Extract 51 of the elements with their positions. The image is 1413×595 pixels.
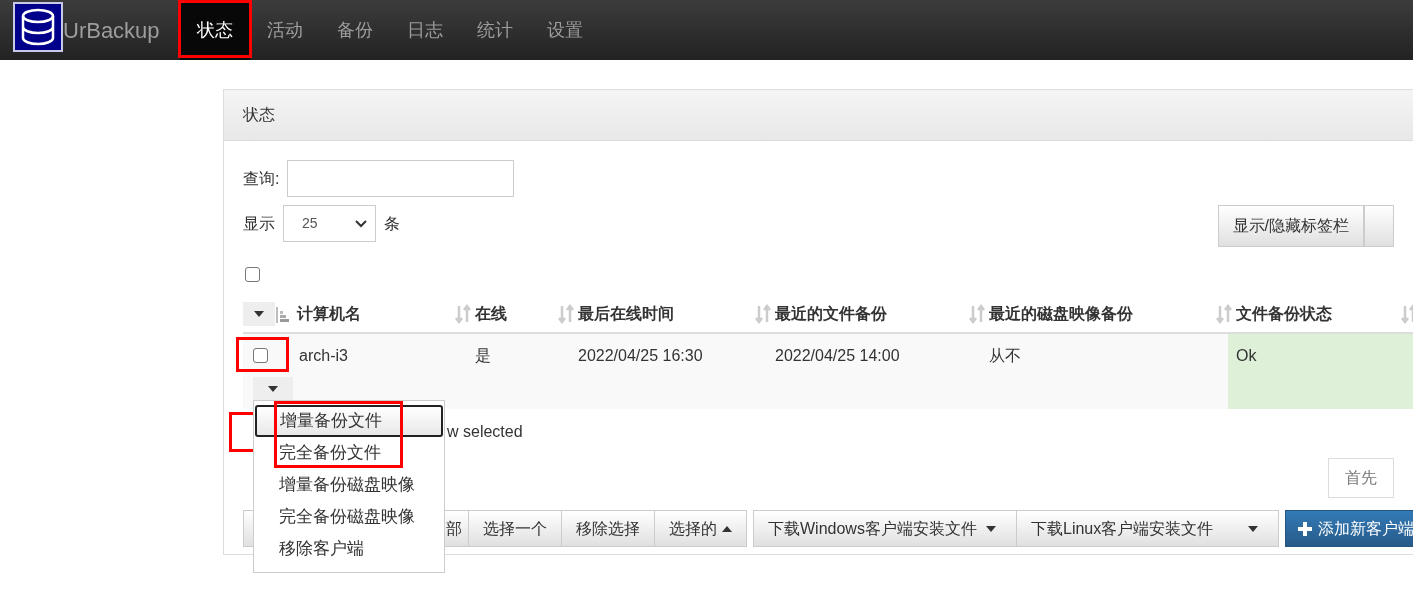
download-button[interactable]: 下载Linux客户端安装文件	[1017, 510, 1279, 547]
nav-tab[interactable]: 活动	[249, 0, 320, 60]
nav-tab[interactable]: 统计	[459, 0, 530, 60]
table-cell: 2022/04/25 14:00	[775, 347, 900, 364]
table-cell: 是	[475, 347, 491, 364]
length-label: 显示	[243, 213, 275, 234]
caret-icon	[1248, 525, 1258, 532]
page-size-select[interactable]: 25	[283, 205, 376, 242]
menu-item[interactable]: 移除客户端	[254, 533, 444, 565]
column-header[interactable]: 最近的磁盘映像备份	[989, 301, 1133, 326]
caret-icon	[722, 525, 732, 532]
search-field[interactable]	[287, 160, 515, 197]
nav-tab[interactable]: 设置	[529, 0, 600, 60]
caret-icon	[268, 386, 278, 392]
column-header[interactable]: 在线	[475, 301, 507, 326]
select-all-checkbox[interactable]	[245, 267, 260, 282]
length-suffix: 条	[384, 213, 400, 234]
nav-tab[interactable]: 状态	[179, 0, 250, 60]
column-header[interactable]: 最近的文件备份	[775, 301, 887, 326]
expand-button[interactable]	[253, 377, 293, 401]
menu-item[interactable]: 完全备份磁盘映像	[254, 501, 444, 533]
plus-icon	[1298, 521, 1312, 536]
action-button[interactable]: 移除选择	[562, 510, 655, 547]
brand-name[interactable]: UrBackup	[63, 13, 160, 47]
menu-item[interactable]: 完全备份文件	[254, 437, 444, 469]
chevron-icon	[355, 219, 367, 228]
add-client-button[interactable]: 添加新客户端	[1285, 510, 1413, 547]
nav-tab[interactable]: 备份	[319, 0, 390, 60]
table-cell: 从不	[989, 347, 1021, 364]
caret-icon	[254, 310, 264, 317]
column-header[interactable]: 最后在线时间	[578, 301, 674, 326]
column-toggle-button[interactable]: 显示/隐藏标签栏	[1217, 205, 1364, 247]
nav-tab[interactable]: 日志	[389, 0, 460, 60]
menu-item[interactable]: 增量备份磁盘映像	[254, 469, 444, 501]
row-checkbox[interactable]	[253, 348, 268, 363]
menu-item[interactable]: 增量备份文件	[255, 405, 443, 437]
action-button[interactable]: 选择一个	[469, 510, 562, 547]
action-button[interactable]: 选择的	[655, 510, 747, 547]
search-label: 查询:	[243, 168, 280, 189]
column-header[interactable]: 文件备份状态	[1236, 301, 1332, 326]
table-cell: 2022/04/25 16:30	[578, 347, 703, 364]
info-text: w selected	[447, 422, 523, 442]
column-header[interactable]: 计算机名	[297, 301, 361, 326]
pagination-button[interactable]: 首先	[1328, 458, 1394, 498]
panel-title: 状态	[243, 105, 275, 125]
table-cell: Ok	[1236, 347, 1257, 364]
logo-icon[interactable]	[13, 2, 63, 52]
expand-button[interactable]	[243, 301, 275, 326]
download-button[interactable]: 下载Windows客户端安装文件	[753, 510, 1017, 547]
table-cell: arch-i3	[299, 347, 348, 364]
caret-icon	[986, 525, 996, 532]
